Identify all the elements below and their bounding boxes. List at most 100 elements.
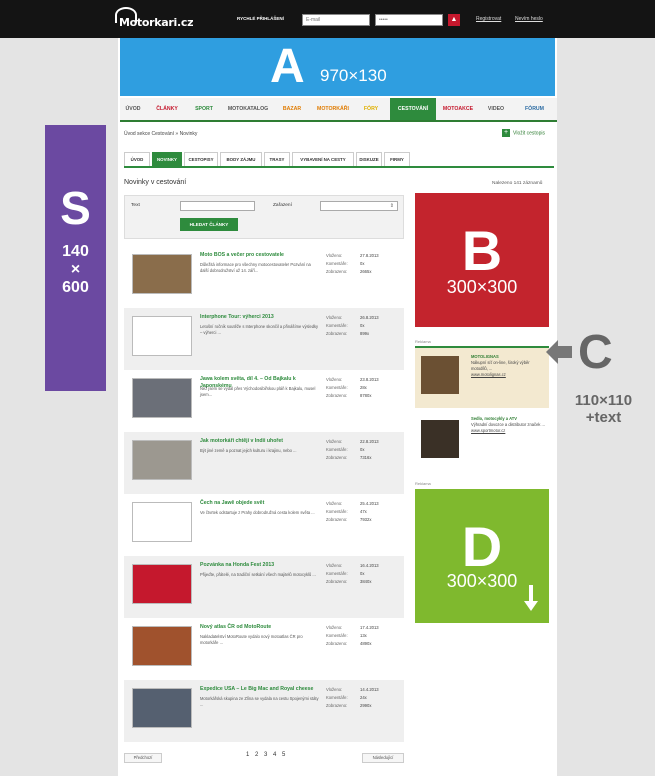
section-tab[interactable]: BODY ZÁJMU [220,152,262,166]
ad-link[interactable]: www.motolignas.cz [471,372,547,378]
ad-c-item[interactable]: MOTOLIGNAS Nákupní síť on-line, široký v… [415,346,549,408]
article-date: 25.4.2013 [360,501,379,506]
section-tab[interactable]: TRASY [264,152,290,166]
article-item[interactable]: Jak motorkáři chtějí v Indii uhořet Být j… [124,432,404,494]
ad-letter: D [461,515,503,578]
ad-skyscraper-s[interactable]: S 140 × 600 [45,125,106,391]
article-item[interactable]: Čech na Jawě objede svět Ve čtvrtek odsta… [124,494,404,556]
ad-link[interactable]: www.sportmotor.cz [471,428,547,434]
nav-item[interactable]: CESTOVÁNÍ [390,98,436,120]
article-date: 16.4.2013 [360,563,379,568]
article-thumbnail[interactable] [132,316,192,356]
chevron-down-icon: ⇕ [389,203,394,209]
login-button[interactable]: ▲ [448,14,460,26]
next-page-button[interactable]: Následující [362,753,404,763]
article-item[interactable]: Nový atlas ČR od MotoRoute Nakladatelství… [124,618,404,680]
article-item[interactable]: Moto BOS a večer pro cestovatele Důležitá… [124,246,404,308]
ad-banner-d[interactable]: D 300×300 [415,489,549,623]
nav-item[interactable]: MOTORKÁŘI [308,98,358,120]
article-comments: 28x [360,385,367,390]
article-thumbnail[interactable] [132,440,192,480]
filter-box: Text Zařazení ⇕ HLEDAT ČLÁNKY [124,195,404,239]
prev-page-button[interactable]: Předchozí [124,753,162,763]
article-thumbnail[interactable] [132,254,192,294]
section-tab[interactable]: FIRMY [384,152,410,166]
article-item[interactable]: Expedice USA – Le Big Mac and Royal chee… [124,680,404,742]
article-title[interactable]: Interphone Tour: výherci 2013 [200,314,320,321]
section-tab[interactable]: CESTOPISY [184,152,218,166]
article-date: 26.8.2013 [360,315,379,320]
forgot-password-link[interactable]: Nevím heslo [515,16,543,22]
site-logo[interactable]: Motorkari.cz [113,7,193,31]
meta-label: Komentáře: [326,323,348,328]
section-tab[interactable]: DISKUZE [356,152,382,166]
article-item[interactable]: Jawa kolem světa, díl 4. – Od Bajkalu k … [124,370,404,432]
ad-size: 110×110 [574,392,633,409]
article-title[interactable]: Moto BOS a večer pro cestovatele [200,252,320,259]
page-numbers[interactable]: 1 2 3 4 5 [246,752,287,758]
search-articles-button[interactable]: HLEDAT ČLÁNKY [180,218,238,231]
article-item[interactable]: Interphone Tour: výherci 2013 Letošní roč… [124,308,404,370]
nav-item[interactable]: FÓRUM [512,98,557,120]
password-input[interactable]: ••••• [375,14,443,26]
ad-letter: C [578,326,613,379]
article-thumbnail[interactable] [132,626,192,666]
logo-text: Motorkari.cz [119,16,194,29]
register-link[interactable]: Registrovat [476,16,501,22]
section-tab[interactable]: ÚVOD [124,152,150,166]
category-select[interactable]: ⇕ [320,201,398,211]
article-thumbnail[interactable] [132,564,192,604]
article-title[interactable]: Čech na Jawě objede svět [200,500,320,507]
nav-item[interactable]: BAZAR [276,98,308,120]
nav-item[interactable]: MOTOKATALOG [220,98,276,120]
meta-label: Zobrazeno: [326,641,348,646]
meta-label: Vloženo: [326,687,343,692]
result-count: Nalezeno 141 záznamů [492,181,543,186]
email-input[interactable]: E-mail [302,14,370,26]
meta-label: Komentáře: [326,695,348,700]
ad-letter: B [461,219,503,282]
article-comments: 13x [360,633,367,638]
article-thumbnail[interactable] [132,502,192,542]
breadcrumb[interactable]: Úvod sekce Cestování » Novinky [124,131,197,137]
article-title[interactable]: Expedice USA – Le Big Mac and Royal chee… [200,686,320,693]
meta-label: Komentáře: [326,385,348,390]
ad-label: Reklama [415,481,431,486]
arrow-shaft [554,346,572,358]
meta-label: Vloženo: [326,253,343,258]
nav-item[interactable]: VIDEO [480,98,512,120]
article-thumbnail[interactable] [132,378,192,418]
nav-item[interactable]: SPORT [188,98,220,120]
nav-item[interactable]: ČLÁNKY [146,98,188,120]
article-item[interactable]: Pozvánka na Honda Fest 2013 Přijeďte, přá… [124,556,404,618]
article-views: 899x [360,331,370,336]
ad-c-annotation: C 110×110 +text [546,326,655,430]
meta-label: Vloženo: [326,501,343,506]
text-input[interactable] [180,201,255,211]
nav-item[interactable]: ÚVOD [120,98,146,120]
article-title[interactable]: Jak motorkáři chtějí v Indii uhořet [200,438,320,445]
nav-item[interactable]: FÓRY [358,98,384,120]
meta-label: Zobrazeno: [326,517,348,522]
ad-banner-b[interactable]: B 300×300 [415,193,549,327]
article-thumbnail[interactable] [132,688,192,728]
article-excerpt: Ve čtvrtek odstartuje z Prahy dobrodružn… [200,510,315,515]
section-tab[interactable]: VYBAVENÍ NA CESTY [292,152,354,166]
ad-banner-a[interactable]: A 970×130 [120,38,555,96]
article-meta: Vloženo: 16.4.2013 Komentáře: 0x Zobrazeno: 3… [326,562,404,586]
article-title[interactable]: Nový atlas ČR od MotoRoute [200,624,320,631]
login-label: RYCHLÉ PŘIHLÁŠENÍ [237,16,284,21]
nav-item[interactable]: MOTOAKCE [436,98,480,120]
article-comments: 0x [360,323,365,328]
ad-c-item[interactable]: Sedlo, motocykly a ATV Výhradní dovozce … [415,412,549,466]
meta-label: Vloženo: [326,625,343,630]
article-views: 7932x [360,517,372,522]
article-title[interactable]: Pozvánka na Honda Fest 2013 [200,562,320,569]
article-date: 27.8.2013 [360,253,379,258]
plus-icon: + [502,129,510,137]
section-tab[interactable]: NOVINKY [152,152,182,166]
article-date: 22.8.2013 [360,439,379,444]
ad-size-width: 140 [62,243,89,260]
article-comments: 47x [360,509,367,514]
add-travelogue-button[interactable]: + Vložit cestopis [502,129,545,137]
